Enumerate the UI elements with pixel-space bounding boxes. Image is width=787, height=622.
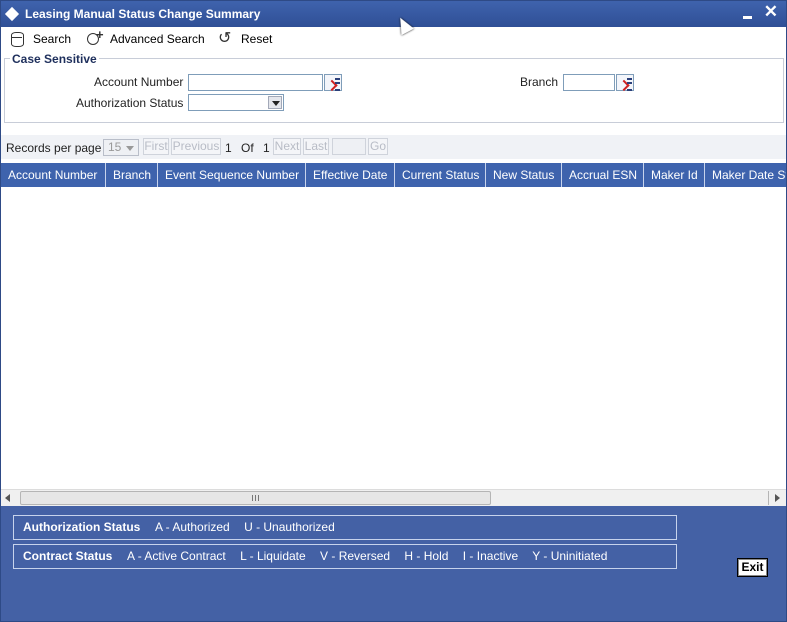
column-header-maker-date-stamp[interactable]: Maker Date Stamp: [705, 163, 786, 187]
legend-item: Y - Uninitiated: [532, 549, 608, 563]
database-icon: [9, 31, 27, 47]
horizontal-scrollbar[interactable]: [1, 489, 786, 506]
branch-lov-icon[interactable]: [616, 74, 634, 91]
column-header-branch[interactable]: Branch: [106, 163, 158, 187]
legend-item: H - Hold: [404, 549, 449, 563]
records-per-page-select[interactable]: 15: [103, 139, 139, 156]
account-number-lov-icon[interactable]: [324, 74, 342, 91]
column-header-maker-id[interactable]: Maker Id: [644, 163, 705, 187]
chevron-down-icon[interactable]: [268, 96, 282, 109]
summary-window: Leasing Manual Status Change Summary ✕ S…: [0, 0, 787, 622]
advanced-search-label: Advanced Search: [110, 32, 205, 46]
total-pages-number: 1: [263, 141, 270, 155]
last-page-button[interactable]: Last: [303, 138, 329, 155]
toolbar: Search Advanced Search Reset: [1, 27, 786, 51]
column-header-effective-date[interactable]: Effective Date: [306, 163, 395, 187]
advanced-search-icon: [86, 27, 104, 47]
advanced-search-button[interactable]: Advanced Search: [86, 27, 205, 48]
reset-button-label: Reset: [241, 32, 273, 46]
authorization-status-legend: Authorization Status A - Authorized U - …: [13, 515, 677, 540]
column-header-new-status[interactable]: New Status: [486, 163, 562, 187]
case-sensitive-heading: Case Sensitive: [10, 52, 99, 66]
grip-icon: [252, 495, 259, 501]
legend-item: A - Active Contract: [127, 549, 226, 563]
results-table-header: Account Number Branch Event Sequence Num…: [1, 163, 786, 187]
column-header-event-sequence-number[interactable]: Event Sequence Number: [158, 163, 306, 187]
next-page-button[interactable]: Next: [273, 138, 301, 155]
reset-button[interactable]: Reset: [217, 28, 273, 48]
exit-button[interactable]: Exit: [737, 558, 768, 577]
scroll-left-arrow-icon[interactable]: [5, 494, 10, 502]
results-table-body: [1, 187, 786, 489]
of-label: Of: [241, 141, 254, 155]
authorization-status-select[interactable]: [188, 94, 284, 111]
search-button-label: Search: [33, 32, 72, 46]
title-bar[interactable]: Leasing Manual Status Change Summary ✕: [1, 1, 786, 27]
authorization-legend-title: Authorization Status: [23, 520, 141, 534]
search-button[interactable]: Search: [9, 30, 71, 48]
column-header-account-number[interactable]: Account Number: [1, 163, 106, 187]
authorization-status-label: Authorization Status: [76, 96, 184, 110]
column-header-current-status[interactable]: Current Status: [395, 163, 486, 187]
scrollbar-thumb[interactable]: [20, 491, 491, 505]
footer-panel: Authorization Status A - Authorized U - …: [1, 506, 786, 621]
minimize-button[interactable]: [742, 6, 754, 20]
legend-item: I - Inactive: [462, 549, 519, 563]
current-page-number: 1: [225, 141, 232, 155]
column-header-accrual-esn[interactable]: Accrual ESN: [562, 163, 644, 187]
reset-icon: [217, 28, 235, 48]
legend-item: A - Authorized: [155, 520, 230, 534]
previous-page-button[interactable]: Previous: [171, 138, 221, 155]
search-criteria-group: [4, 58, 784, 123]
go-button[interactable]: Go: [368, 138, 388, 155]
legend-item: L - Liquidate: [240, 549, 306, 563]
contract-legend-title: Contract Status: [23, 549, 113, 563]
legend-item: V - Reversed: [320, 549, 391, 563]
pagination-bar: Records per page 15 First Previous 1 Of …: [1, 135, 786, 159]
window-title: Leasing Manual Status Change Summary: [25, 7, 261, 21]
contract-status-legend: Contract Status A - Active Contract L - …: [13, 544, 677, 569]
branch-label: Branch: [520, 75, 559, 89]
scroll-right-arrow-icon[interactable]: [775, 494, 780, 502]
first-page-button[interactable]: First: [143, 138, 169, 155]
diamond-icon: [4, 6, 20, 22]
branch-input[interactable]: [563, 74, 615, 91]
close-button[interactable]: ✕: [764, 2, 778, 22]
account-number-label: Account Number: [94, 75, 184, 89]
legend-item: U - Unauthorized: [244, 520, 335, 534]
records-per-page-label: Records per page: [6, 141, 102, 155]
account-number-input[interactable]: [188, 74, 323, 91]
goto-page-input[interactable]: [332, 138, 366, 155]
